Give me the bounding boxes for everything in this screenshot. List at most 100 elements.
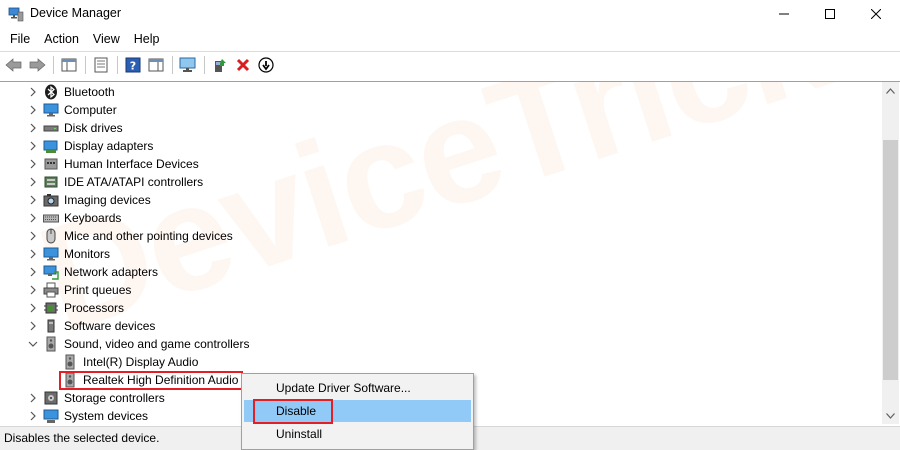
tree-category[interactable]: Software devices: [0, 317, 860, 335]
storage-controller-icon: [43, 390, 59, 406]
vertical-scrollbar[interactable]: [882, 82, 899, 424]
speaker-icon: [43, 336, 59, 352]
chevron-right-icon[interactable]: [28, 141, 38, 151]
tree-category[interactable]: Processors: [0, 299, 860, 317]
tree-item-label: Sound, video and game controllers: [64, 337, 250, 351]
tree-category[interactable]: Human Interface Devices: [0, 155, 860, 173]
toolbar-separator: [53, 56, 54, 74]
chevron-right-icon[interactable]: [28, 249, 38, 259]
toolbar-separator: [204, 56, 205, 74]
tree-category[interactable]: Bluetooth: [0, 83, 860, 101]
chevron-right-icon[interactable]: [28, 303, 38, 313]
status-text: Disables the selected device.: [4, 431, 160, 445]
tree-item-label: Bluetooth: [64, 85, 115, 99]
chevron-right-icon[interactable]: [28, 393, 38, 403]
tree-item-label: Network adapters: [64, 265, 159, 279]
chevron-right-icon[interactable]: [28, 159, 38, 169]
device-manager-icon: [8, 7, 24, 22]
chevron-down-icon[interactable]: [28, 339, 38, 349]
show-hide-console-tree-button[interactable]: [58, 54, 80, 76]
network-adapter-icon: [43, 264, 59, 280]
help-icon: ?: [125, 57, 141, 73]
properties-button[interactable]: [90, 54, 112, 76]
tree-device[interactable]: Intel(R) Display Audio: [0, 353, 860, 371]
forward-arrow-icon: [29, 58, 46, 72]
uninstall-icon: [236, 58, 250, 72]
toolbar-separator: [117, 56, 118, 74]
scroll-down-button[interactable]: [882, 407, 899, 424]
window-title: Device Manager: [30, 6, 122, 20]
menu-uninstall[interactable]: Uninstall: [244, 423, 471, 445]
chevron-right-icon[interactable]: [28, 87, 38, 97]
tree-category[interactable]: Mice and other pointing devices: [0, 227, 860, 245]
update-driver-icon: [215, 59, 226, 72]
chevron-right-icon[interactable]: [28, 285, 38, 295]
chevron-right-icon[interactable]: [28, 411, 38, 421]
disable-highlight: [253, 399, 333, 424]
chevron-right-icon[interactable]: [28, 267, 38, 277]
tree-category[interactable]: Print queues: [0, 281, 860, 299]
maximize-button[interactable]: [807, 0, 853, 28]
show-action-pane-icon: [148, 58, 164, 72]
show-hide-console-tree-icon: [61, 58, 77, 72]
svg-text:?: ?: [130, 60, 136, 73]
tree-item-label: Intel(R) Display Audio: [83, 355, 199, 369]
tree-item-label: Keyboards: [64, 211, 122, 225]
tree-category[interactable]: Sound, video and game controllers: [0, 335, 860, 353]
tree-category[interactable]: IDE ATA/ATAPI controllers: [0, 173, 860, 191]
menu-file[interactable]: File: [3, 28, 37, 50]
chevron-up-icon: [886, 87, 895, 94]
chevron-right-icon[interactable]: [28, 231, 38, 241]
menu-help[interactable]: Help: [127, 28, 167, 50]
menu-bar: File Action View Help: [0, 28, 900, 50]
tree-item-label: IDE ATA/ATAPI controllers: [64, 175, 204, 189]
tree-category[interactable]: Display adapters: [0, 137, 860, 155]
menu-action[interactable]: Action: [37, 28, 86, 50]
tree-item-label: Imaging devices: [64, 193, 151, 207]
uninstall-button[interactable]: [232, 54, 254, 76]
disable-device-icon: [258, 57, 274, 73]
software-device-icon: [43, 318, 59, 334]
disk-drive-icon: [43, 120, 59, 136]
tree-category[interactable]: Network adapters: [0, 263, 860, 281]
device-manager-window: Device Manager File Action View Help ? D…: [0, 0, 900, 450]
mouse-icon: [43, 228, 59, 244]
back-button[interactable]: [3, 54, 25, 76]
chevron-right-icon[interactable]: [28, 105, 38, 115]
minimize-button[interactable]: [761, 0, 807, 28]
menu-view[interactable]: View: [86, 28, 127, 50]
computer-icon: [43, 102, 59, 118]
chevron-right-icon[interactable]: [28, 213, 38, 223]
processor-icon: [43, 300, 59, 316]
tree-category[interactable]: Monitors: [0, 245, 860, 263]
tree-category[interactable]: Disk drives: [0, 119, 860, 137]
tree-item-label: Software devices: [64, 319, 156, 333]
scroll-thumb[interactable]: [883, 140, 898, 380]
toolbar-separator: [172, 56, 173, 74]
camera-icon: [43, 192, 59, 208]
chevron-right-icon[interactable]: [28, 195, 38, 205]
ide-controller-icon: [43, 174, 59, 190]
help-button[interactable]: ?: [122, 54, 144, 76]
chevron-right-icon[interactable]: [28, 177, 38, 187]
scan-hardware-icon: [179, 57, 196, 72]
speaker-icon: [62, 354, 78, 370]
chevron-right-icon[interactable]: [28, 123, 38, 133]
tree-category[interactable]: Imaging devices: [0, 191, 860, 209]
tree-item-label: Print queues: [64, 283, 132, 297]
disable-device-button[interactable]: [255, 54, 277, 76]
scan-hardware-button[interactable]: [177, 54, 199, 76]
tree-category[interactable]: Computer: [0, 101, 860, 119]
chevron-right-icon[interactable]: [28, 321, 38, 331]
properties-icon: [94, 57, 108, 73]
tree-category[interactable]: Keyboards: [0, 209, 860, 227]
forward-button[interactable]: [26, 54, 48, 76]
tree-item-label: Human Interface Devices: [64, 157, 199, 171]
show-action-pane-button[interactable]: [145, 54, 167, 76]
menu-update-driver-software[interactable]: Update Driver Software...: [244, 377, 471, 399]
chevron-down-icon: [886, 412, 895, 419]
update-driver-button[interactable]: [209, 54, 231, 76]
close-button[interactable]: [853, 0, 899, 28]
tree-item-label: Display adapters: [64, 139, 154, 153]
scroll-up-button[interactable]: [882, 82, 899, 99]
